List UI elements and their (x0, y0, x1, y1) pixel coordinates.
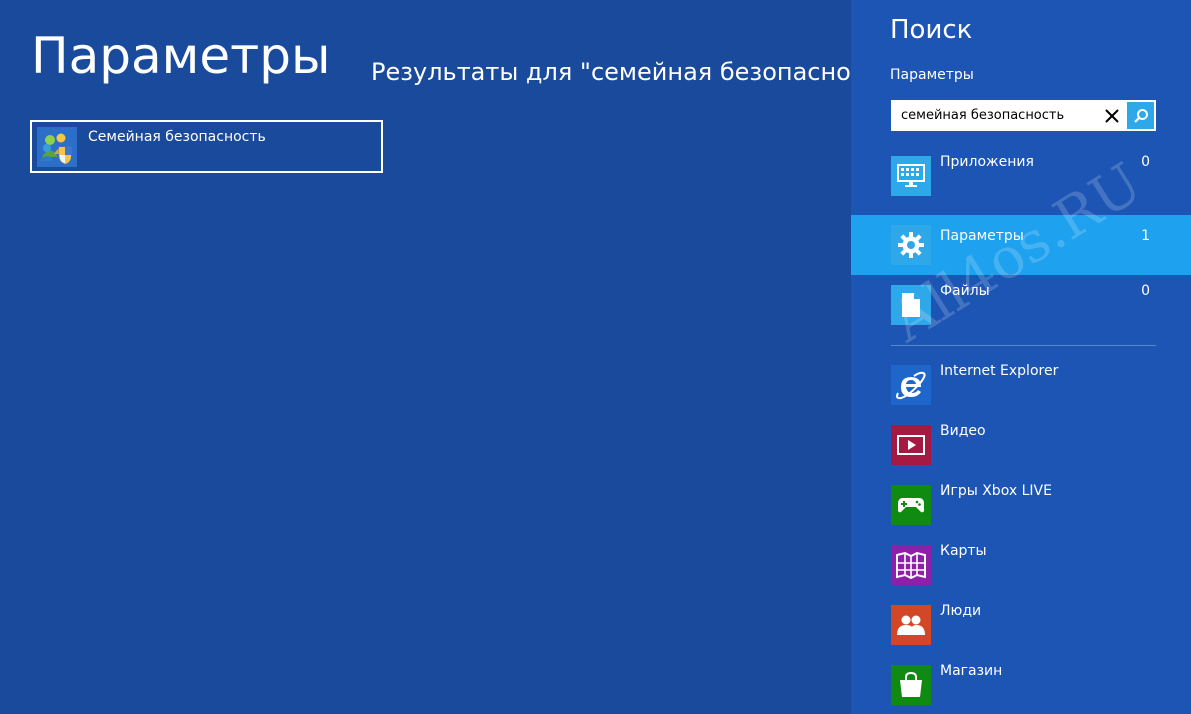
search-charm: Поиск Параметры семейная безопасность Пр… (851, 0, 1191, 714)
search-box (891, 100, 1156, 131)
category-apps[interactable]: Приложения 0 (851, 146, 1191, 206)
gear-icon (891, 225, 931, 265)
app-store[interactable]: Магазин (851, 655, 1191, 714)
category-settings[interactable]: Параметры 1 (851, 215, 1191, 275)
search-scope-label: Параметры (890, 67, 974, 83)
category-files[interactable]: Файлы 0 (851, 275, 1191, 335)
page-title: Параметры (31, 27, 331, 85)
people-icon (891, 605, 931, 645)
category-count: 1 (1141, 228, 1150, 244)
charm-title: Поиск (890, 15, 973, 45)
app-label: Internet Explorer (940, 363, 1059, 379)
video-icon (891, 425, 931, 465)
app-maps[interactable]: Карты (851, 535, 1191, 595)
app-label: Люди (940, 603, 982, 619)
search-button[interactable] (1127, 102, 1154, 129)
internet-explorer-icon (891, 365, 931, 405)
result-label: Семейная безопасность (88, 129, 266, 145)
divider (891, 345, 1156, 346)
family-safety-icon (37, 127, 77, 167)
search-icon (1133, 108, 1148, 123)
category-label: Приложения (940, 154, 1034, 170)
category-count: 0 (1141, 283, 1150, 299)
results-heading: Результаты для "семейная безопасность (371, 58, 851, 86)
store-icon (891, 665, 931, 705)
category-label: Файлы (940, 283, 990, 299)
file-icon (891, 285, 931, 325)
app-label: Видео (940, 423, 986, 439)
app-video[interactable]: Видео (851, 415, 1191, 475)
app-label: Карты (940, 543, 987, 559)
app-label: Магазин (940, 663, 1003, 679)
app-label: Игры Xbox LIVE (940, 483, 1052, 499)
maps-icon (891, 545, 931, 585)
close-icon (1105, 108, 1119, 123)
category-label: Параметры (940, 228, 1024, 244)
search-input[interactable] (891, 100, 1101, 131)
apps-icon (891, 156, 931, 196)
clear-search-button[interactable] (1099, 100, 1125, 131)
app-xbox-games[interactable]: Игры Xbox LIVE (851, 475, 1191, 535)
app-people[interactable]: Люди (851, 595, 1191, 655)
xbox-games-icon (891, 485, 931, 525)
app-internet-explorer[interactable]: Internet Explorer (851, 355, 1191, 415)
results-pane: Параметры Результаты для "семейная безоп… (0, 0, 851, 714)
result-item-family-safety[interactable]: Семейная безопасность (30, 120, 383, 173)
category-count: 0 (1141, 154, 1150, 170)
